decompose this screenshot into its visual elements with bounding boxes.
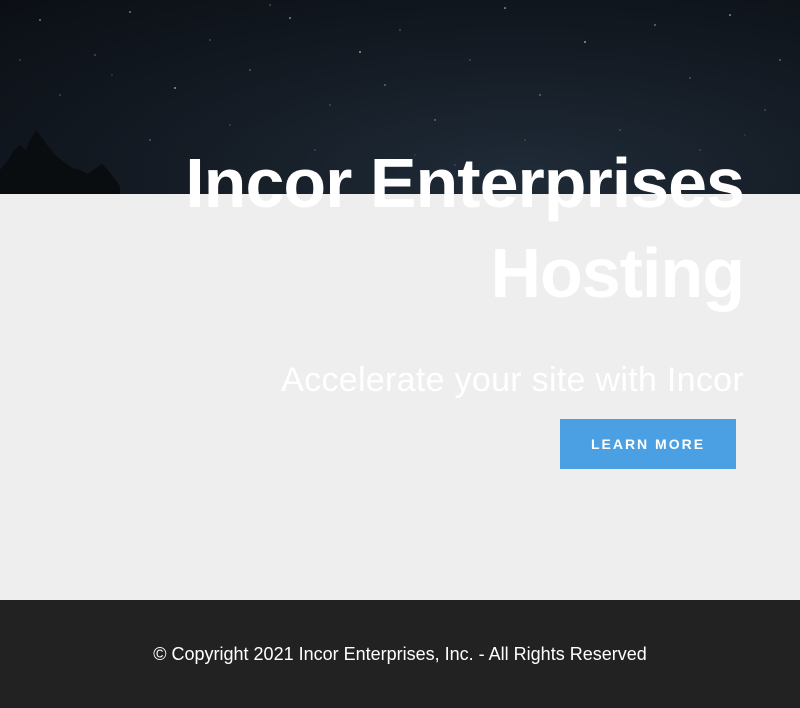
hero-title: Incor Enterprises Hosting	[44, 138, 745, 318]
hero-title-line1: Incor Enterprises	[185, 144, 745, 222]
footer: © Copyright 2021 Incor Enterprises, Inc.…	[0, 600, 800, 708]
hero-text-block: Incor Enterprises Hosting Accelerate you…	[44, 138, 745, 400]
hero-subtitle: Accelerate your site with Incor	[281, 361, 744, 399]
footer-copyright: © Copyright 2021 Incor Enterprises, Inc.…	[153, 643, 647, 664]
hero-title-line2: Hosting	[490, 234, 745, 312]
learn-more-button[interactable]: LEARN MORE	[560, 419, 736, 469]
